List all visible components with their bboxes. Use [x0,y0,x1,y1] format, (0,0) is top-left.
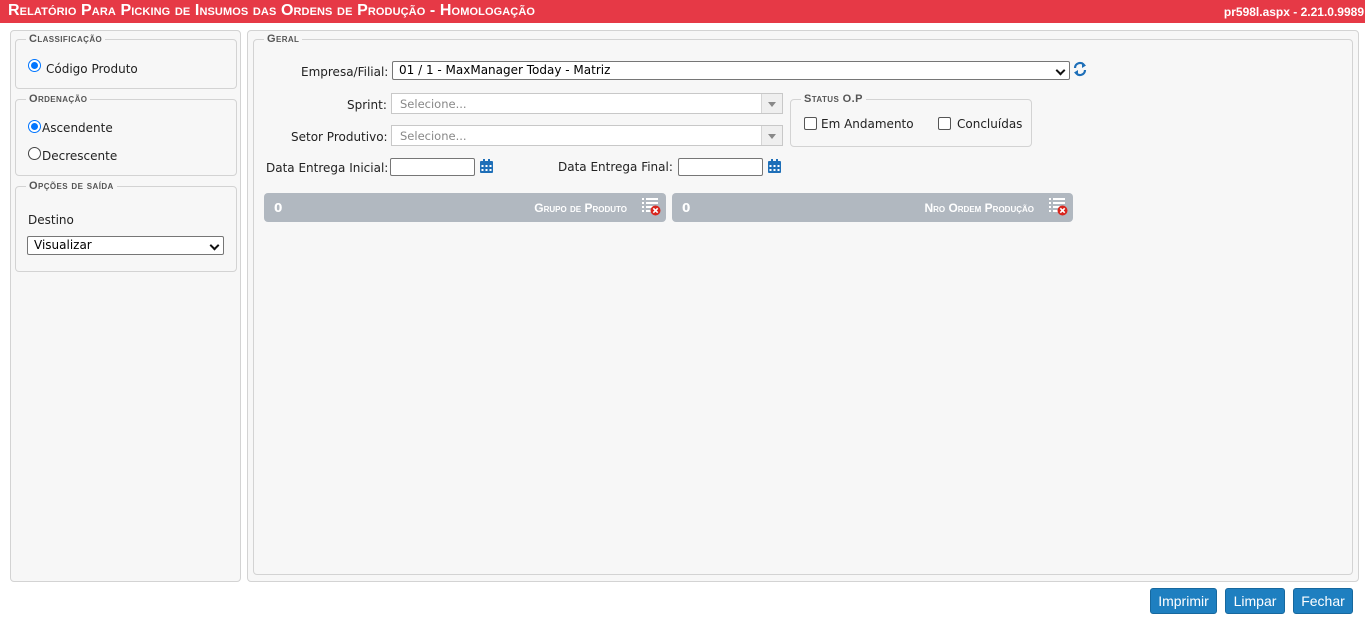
sprint-dropdown-button[interactable] [761,94,782,113]
calendar-icon[interactable] [480,159,493,173]
radio-codigo-produto[interactable] [28,59,41,72]
setor-combo[interactable]: Selecione... [391,125,783,146]
opcoes-saida-legend: Opções de saída [29,180,114,192]
page-title: Relatório Para Picking de Insumos das Or… [8,2,536,19]
checkbox-em-andamento[interactable] [804,117,817,130]
checkbox-concluidas[interactable] [938,117,951,130]
filter-grupo-produto[interactable]: 0 Grupo de Produto [264,193,666,222]
destino-label: Destino [28,213,74,227]
options-panel: Classificação Código Produto Ordenação A… [10,30,241,582]
ordenacao-legend: Ordenação [29,93,88,105]
checkbox-concluidas-label[interactable]: Concluídas [957,117,1022,131]
status-op-legend: Status O.P [804,93,863,105]
destino-select[interactable]: Visualizar [27,236,224,255]
data-final-label: Data Entrega Final: [558,160,673,174]
refresh-icon[interactable] [1073,61,1087,77]
sprint-combo[interactable]: Selecione... [391,93,783,114]
title-bar: Relatório Para Picking de Insumos das Or… [0,0,1365,23]
data-inicial-label: Data Entrega Inicial: [266,161,389,175]
calendar-icon[interactable] [768,159,781,173]
destino-select-value: Visualizar [34,238,92,252]
version-label: pr598l.aspx - 2.21.0.9989 [1223,5,1364,19]
limpar-button[interactable]: Limpar [1225,588,1285,614]
empresa-select[interactable]: 01 / 1 - MaxManager Today - Matriz [392,61,1070,80]
data-inicial-input[interactable] [390,158,475,176]
imprimir-button[interactable]: Imprimir [1150,588,1217,614]
filter-grupo-produto-count: 0 [274,201,283,215]
radio-decrescente[interactable] [28,147,41,160]
setor-placeholder: Selecione... [400,129,467,143]
sprint-label: Sprint: [347,98,387,112]
chevron-down-icon [209,240,220,251]
radio-decrescente-label[interactable]: Decrescente [42,149,117,163]
data-final-input[interactable] [678,158,763,176]
clear-filter-icon[interactable] [642,197,661,216]
empresa-select-value: 01 / 1 - MaxManager Today - Matriz [399,63,611,77]
filter-nro-ordem[interactable]: 0 Nro Ordem Produção [672,193,1073,222]
main-panel: Geral Empresa/Filial: 01 / 1 - MaxManage… [247,30,1359,582]
clear-filter-icon[interactable] [1049,197,1068,216]
geral-legend: Geral [267,33,300,45]
chevron-down-icon [1055,65,1066,76]
setor-label: Setor Produtivo: [291,130,388,144]
checkbox-em-andamento-label[interactable]: Em Andamento [821,117,914,131]
radio-ascendente[interactable] [28,120,41,133]
fechar-button[interactable]: Fechar [1293,588,1353,614]
classificacao-group: Classificação [15,33,237,89]
empresa-label: Empresa/Filial: [301,65,389,79]
radio-ascendente-label[interactable]: Ascendente [42,121,113,135]
filter-grupo-produto-label: Grupo de Produto [534,201,627,215]
sprint-placeholder: Selecione... [400,97,467,111]
radio-codigo-produto-label[interactable]: Código Produto [46,62,138,76]
classificacao-legend: Classificação [29,33,103,45]
filter-nro-ordem-count: 0 [682,201,691,215]
setor-dropdown-button[interactable] [761,126,782,145]
filter-nro-ordem-label: Nro Ordem Produção [924,201,1034,215]
